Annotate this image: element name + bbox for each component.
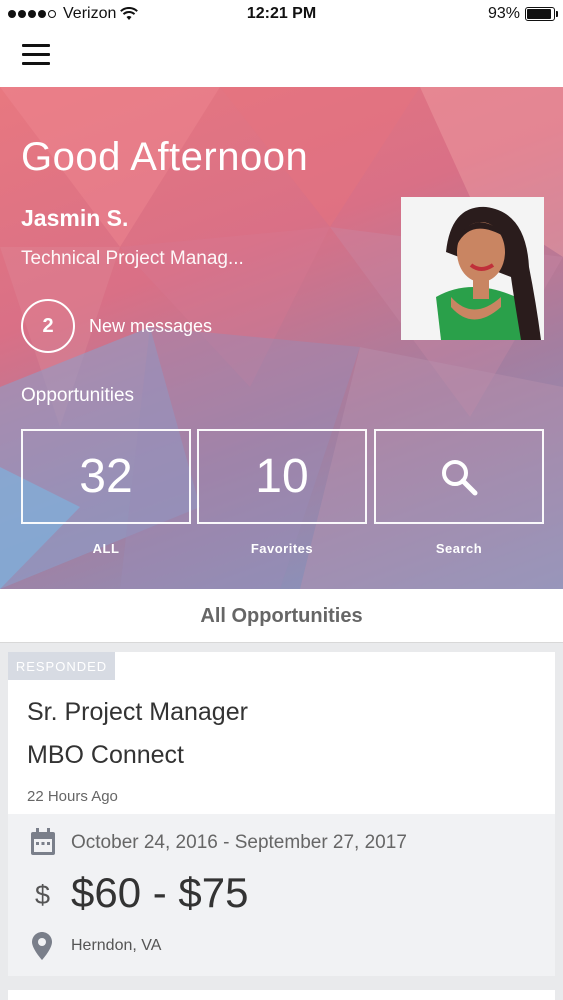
opportunities-label: Opportunities [21, 385, 135, 406]
all-caption: ALL [92, 541, 120, 556]
user-title: Technical Project Manag... [21, 248, 244, 269]
job-title: Sr. Project Manager [27, 698, 248, 726]
search-tile[interactable] [374, 429, 544, 524]
status-time: 12:21 PM [246, 5, 317, 22]
company-name: MBO Connect [27, 741, 185, 769]
calendar-icon [31, 828, 55, 855]
posted-time: 22 Hours Ago [27, 788, 118, 805]
favorites-tile[interactable]: 10 [197, 429, 367, 524]
nav-bar [0, 30, 563, 87]
pay-rate: $60 - $75 [71, 869, 249, 916]
opportunity-card[interactable]: RESPONDED Sr. Project Manager MBO Connec… [8, 652, 555, 976]
hero-banner: Good Afternoon Jasmin S. Technical Proje… [0, 87, 563, 589]
all-opportunities-tile[interactable]: 32 [21, 429, 191, 524]
all-count: 32 [79, 450, 133, 503]
greeting-heading: Good Afternoon [21, 135, 309, 179]
next-opportunity-card[interactable] [8, 990, 555, 1000]
battery-info: 93% [487, 5, 558, 23]
hamburger-menu-icon[interactable] [22, 44, 50, 68]
battery-percent: 93% [487, 5, 520, 22]
search-icon [442, 459, 478, 495]
profile-photo [401, 197, 544, 340]
job-location: Herndon, VA [71, 937, 162, 954]
date-range: October 24, 2016 - September 27, 2017 [71, 832, 407, 853]
status-badge: RESPONDED [8, 652, 115, 680]
favorites-caption: Favorites [250, 541, 314, 556]
status-bar: Verizon 12:21 PM 93% [0, 0, 563, 30]
battery-icon [525, 7, 558, 21]
new-messages-count[interactable]: 2 [21, 299, 75, 353]
card-details: October 24, 2016 - September 27, 2017 $ … [8, 814, 555, 976]
user-name: Jasmin S. [21, 205, 129, 231]
battery-fill [527, 9, 552, 19]
new-messages-label[interactable]: New messages [89, 316, 212, 337]
location-pin-icon [32, 932, 52, 960]
search-caption: Search [435, 541, 483, 556]
avatar[interactable] [401, 197, 544, 340]
section-title: All Opportunities [0, 589, 563, 643]
dollar-icon: $ [35, 880, 51, 910]
favorites-count: 10 [255, 450, 309, 503]
